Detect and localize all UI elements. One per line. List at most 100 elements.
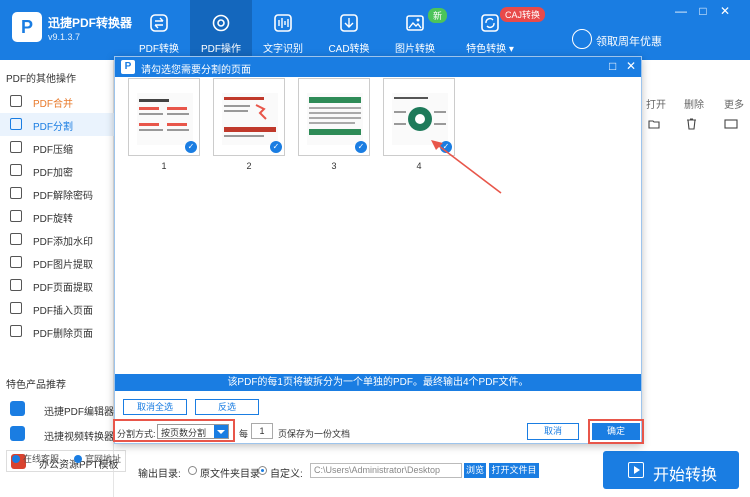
promo-label[interactable]: 领取周年优惠 <box>596 33 662 49</box>
browse-button[interactable]: 浏览 <box>464 463 486 478</box>
watermark-icon <box>10 233 22 245</box>
split-mode-highlight: 分割方式: 按页数分割 <box>113 419 235 442</box>
dialog-titlebar: P 请勾选您需要分割的页面 □ ✕ <box>115 57 641 77</box>
column-more: 更多 <box>724 100 744 111</box>
confirm-highlight: 确定 <box>588 419 644 444</box>
annotation-arrow <box>431 140 502 194</box>
settings-gear-icon <box>212 14 230 32</box>
page-number-1: 1 <box>161 161 167 171</box>
image-icon <box>406 15 424 31</box>
pdf-editor-icon <box>10 401 25 416</box>
online-support-link[interactable]: 在线客服 <box>12 452 59 465</box>
output-dir-label: 输出目录: <box>138 469 181 480</box>
sidebar-item-compress[interactable]: PDF压缩 <box>0 136 114 159</box>
sidebar-item-image-extract[interactable]: PDF图片提取 <box>0 251 114 274</box>
nav-ocr[interactable]: 文字识别 <box>252 0 314 60</box>
website-link[interactable]: 官网地址 <box>74 452 121 465</box>
shield-icon <box>10 164 22 176</box>
output-path-input[interactable]: C:\Users\Administrator\Desktop <box>310 463 462 478</box>
dialog-logo-icon: P <box>121 60 135 74</box>
page-thumbnail-3[interactable]: ✓ <box>298 78 370 156</box>
nav-cad-convert[interactable]: CAD转换 <box>318 0 380 60</box>
radio-source-dir[interactable] <box>188 466 197 475</box>
dialog-close-icon[interactable]: ✕ <box>626 59 636 73</box>
unlock-icon <box>10 187 22 199</box>
page-extract-icon <box>10 279 22 291</box>
app-logo: P <box>12 12 42 42</box>
radio-source-dir-label: 原文件夹目录 <box>200 469 260 480</box>
nav-pdf-operate[interactable]: PDF操作 <box>190 0 252 60</box>
sidebar-item-watermark[interactable]: PDF添加水印 <box>0 228 114 251</box>
deselect-all-button[interactable]: 取消全选 <box>123 399 187 415</box>
merge-icon <box>10 95 22 107</box>
start-convert-button[interactable]: 开始转换 <box>603 451 739 489</box>
chevron-down-icon <box>214 425 228 438</box>
user-icon[interactable] <box>572 29 592 49</box>
page-preview-3 <box>307 93 363 145</box>
trash-icon[interactable] <box>686 118 697 130</box>
caj-badge[interactable]: CAJ转换 <box>500 7 546 22</box>
pages-per-file-input[interactable]: 1 <box>251 423 273 439</box>
page-preview-2 <box>222 93 278 145</box>
sidebar-item-merge[interactable]: PDF合并 <box>0 90 114 113</box>
rotate-icon <box>10 210 22 222</box>
close-icon[interactable]: ✕ <box>718 4 732 18</box>
page-number-2: 2 <box>246 161 252 171</box>
app-version: v9.1.3.7 <box>48 32 81 42</box>
new-badge: 新 <box>428 8 448 23</box>
convert-icon <box>150 14 168 32</box>
split-icon <box>10 118 22 130</box>
radio-custom-dir-label: 自定义: <box>270 469 303 480</box>
video-converter-icon <box>10 426 25 441</box>
confirm-button[interactable]: 确定 <box>592 423 640 440</box>
per-label: 每 <box>239 429 249 439</box>
special-convert-icon <box>481 14 499 32</box>
nav-pdf-convert[interactable]: PDF转换 <box>128 0 190 60</box>
more-icon[interactable] <box>724 119 738 129</box>
delete-page-icon <box>10 325 22 337</box>
dialog-title: 请勾选您需要分割的页面 <box>141 65 251 76</box>
ocr-icon <box>274 14 292 32</box>
minimize-icon[interactable]: — <box>674 4 688 18</box>
split-mode-label: 分割方式: <box>117 429 156 439</box>
sidebar-item-encrypt[interactable]: PDF加密 <box>0 159 114 182</box>
check-icon[interactable]: ✓ <box>270 141 282 153</box>
home-icon <box>74 455 82 463</box>
split-pages-dialog: P 请勾选您需要分割的页面 □ ✕ ✓ 1 ✓ 2 ✓ 3 ✓ 4 该PDF的每… <box>113 56 644 444</box>
sidebar-item-unlock[interactable]: PDF解除密码 <box>0 182 114 205</box>
check-icon[interactable]: ✓ <box>185 141 197 153</box>
sidebar-title: PDF的其他操作 <box>6 74 76 85</box>
page-number-3: 3 <box>331 161 337 171</box>
cancel-button[interactable]: 取消 <box>527 423 579 440</box>
app-header: P 迅捷PDF转换器 v9.1.3.7 PDF转换 PDF操作 文字识别 CAD… <box>0 0 750 60</box>
compress-icon <box>10 141 22 153</box>
insert-page-icon <box>10 302 22 314</box>
radio-custom-dir[interactable] <box>258 466 267 475</box>
sidebar-item-delete-page[interactable]: PDF删除页面 <box>0 320 114 343</box>
column-delete: 删除 <box>684 100 704 111</box>
sidebar: PDF的其他操作 PDF合并 PDF分割 PDF压缩 PDF加密 PDF解除密码… <box>0 60 126 497</box>
recommend-pdf-editor[interactable]: 迅捷PDF编辑器 <box>6 398 126 420</box>
open-dir-button[interactable]: 打开文件目录 <box>489 463 539 490</box>
split-info-bar: 该PDF的每1页将被拆分为一个单独的PDF。最终输出4个PDF文件。 <box>115 374 641 391</box>
page-thumbnail-1[interactable]: ✓ <box>128 78 200 156</box>
play-icon <box>628 462 644 478</box>
sidebar-item-rotate[interactable]: PDF旋转 <box>0 205 114 228</box>
cad-icon <box>340 14 358 32</box>
image-extract-icon <box>10 256 22 268</box>
per-suffix-label: 页保存为一份文档 <box>278 429 351 439</box>
sidebar-item-page-extract[interactable]: PDF页面提取 <box>0 274 114 297</box>
check-icon[interactable]: ✓ <box>355 141 367 153</box>
sidebar-item-insert-page[interactable]: PDF插入页面 <box>0 297 114 320</box>
folder-icon[interactable] <box>648 119 660 129</box>
split-mode-select[interactable]: 按页数分割 <box>157 424 229 439</box>
support-icon <box>12 455 20 463</box>
recommend-video-converter[interactable]: 迅捷视频转换器 <box>6 423 126 445</box>
page-preview-1 <box>137 93 193 145</box>
page-thumbnail-2[interactable]: ✓ <box>213 78 285 156</box>
dialog-maximize-icon[interactable]: □ <box>609 59 616 73</box>
sidebar-item-split[interactable]: PDF分割 <box>0 113 114 136</box>
invert-selection-button[interactable]: 反选 <box>195 399 259 415</box>
maximize-icon[interactable]: □ <box>696 4 710 18</box>
column-open: 打开 <box>646 100 666 111</box>
